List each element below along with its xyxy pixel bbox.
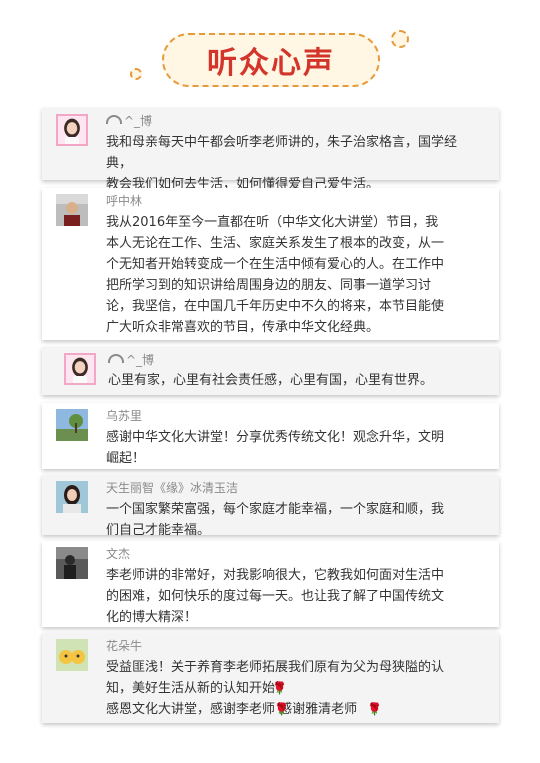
comment-card: 呼中林 我从2016年至今一直都在听（中华文化大讲堂）节目，我 本人无论在工作、…: [42, 188, 499, 340]
comment-text: 一个国家繁荣富强，每个家庭才能幸福，一个家庭和顺，我 们自己才能幸福。: [106, 502, 445, 538]
girl-portrait-icon: [64, 353, 96, 385]
rose-icon: 🌹: [367, 702, 382, 716]
tree-icon: [56, 409, 88, 441]
girl-portrait-icon: [56, 114, 88, 146]
comment-card: 乌苏里 感谢中华文化大讲堂！分享优秀传统文化！观念升华，文明 崛起！: [42, 403, 499, 469]
header: 听众心声: [0, 0, 540, 100]
rose-icon: 🌹: [272, 681, 287, 695]
comment-card: ^_博 心里有家，心里有社会责任感，心里有国，心里有世界。: [42, 347, 499, 395]
comment-username: ^_博: [106, 112, 152, 129]
comment-text: 我和母亲每天中午都会听李老师讲的，朱子治家格言，国学经典， 教会我们如何去生活，…: [106, 135, 458, 192]
man-portrait-icon: [56, 194, 88, 226]
comment-text: 李老师讲的非常好，对我影响很大，它教我如何面对生活中 的困难，如何快乐的度过每一…: [106, 568, 445, 625]
comment-card: ^_博 我和母亲每天中午都会听李老师讲的，朱子治家格言，国学经典， 教会我们如何…: [42, 108, 499, 192]
comment-text: 我从2016年至今一直都在听（中华文化大讲堂）节目，我 本人无论在工作、生活、家…: [106, 215, 445, 335]
comment-text: 心里有家，心里有社会责任感，心里有国，心里有世界。: [108, 373, 434, 388]
rose-icon: 🌹: [274, 702, 289, 716]
comment-username: ^_博: [108, 351, 154, 368]
comment-username: 呼中林: [106, 194, 143, 208]
decorative-circle-icon: [391, 30, 409, 48]
comment-username: 文杰: [106, 547, 131, 561]
page-title: 听众心声: [207, 46, 335, 81]
comment-username: 花朵牛: [106, 639, 143, 653]
wifi-arc-icon: [106, 115, 122, 124]
comment-text: 受益匪浅！关于养育李老师拓展我们原有为父为母狭隘的认 知，美好生活从新的认知开始…: [106, 660, 445, 717]
woman-portrait-icon: [56, 481, 88, 513]
comment-text: 感谢中华文化大讲堂！分享优秀传统文化！观念升华，文明 崛起！: [106, 430, 445, 466]
decorative-circle-icon: [130, 68, 142, 80]
comment-username: 乌苏里: [106, 409, 143, 423]
comment-card: 天生丽智《缘》冰清玉洁 一个国家繁荣富强，每个家庭才能幸福，一个家庭和顺，我 们…: [42, 475, 499, 538]
comment-card: 文杰 李老师讲的非常好，对我影响很大，它教我如何面对生活中 的困难，如何快乐的度…: [42, 541, 499, 627]
comment-card: 花朵牛 受益匪浅！关于养育李老师拓展我们原有为父为母狭隘的认 知，美好生活从新的…: [42, 633, 499, 723]
wifi-arc-icon: [108, 354, 124, 363]
cartoon-icon: [56, 639, 88, 671]
comment-username: 天生丽智《缘》冰清玉洁: [106, 481, 239, 495]
person-dark-icon: [56, 547, 88, 579]
title-banner: 听众心声: [162, 33, 380, 87]
